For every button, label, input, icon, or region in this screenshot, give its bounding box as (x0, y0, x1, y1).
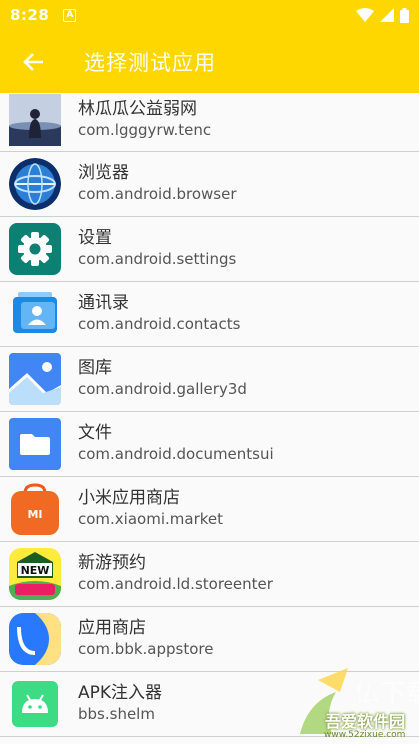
list-item[interactable]: 设置 com.android.settings (0, 217, 419, 282)
app-name: 新游预约 (78, 553, 146, 573)
app-name: APK注入器 (78, 683, 163, 703)
app-package: com.android.settings (78, 250, 237, 268)
app-package: com.lgggyrw.tenc (78, 121, 212, 139)
wifi-icon (356, 8, 374, 22)
app-name: 通讯录 (78, 293, 129, 313)
app-list[interactable]: 林瓜瓜公益弱网 com.lgggyrw.tenc 浏览器 com.android… (0, 93, 419, 744)
settings-gear-icon (9, 223, 61, 275)
back-button[interactable] (3, 30, 63, 93)
android-robot-icon (12, 681, 58, 727)
app-package: com.xiaomi.market (78, 510, 223, 528)
contacts-icon (9, 288, 61, 340)
app-package: bbs.shelm (78, 705, 155, 723)
svg-text:NEW: NEW (21, 564, 50, 577)
svg-text:MI: MI (27, 508, 42, 521)
page-title: 选择测试应用 (84, 50, 216, 75)
gallery-icon (9, 353, 61, 405)
status-bar: 8:28 A (0, 0, 419, 30)
list-item[interactable]: 文件 com.android.documentsui (0, 412, 419, 477)
watermark-text: 吾爱软件园 (325, 712, 406, 731)
browser-globe-icon (9, 158, 61, 210)
new-games-icon: NEW (9, 548, 61, 600)
list-item[interactable]: MI 小米应用商店 com.xiaomi.market (0, 477, 419, 542)
watermark-url: www.52zixue.com (324, 730, 406, 740)
toolbar: 选择测试应用 (0, 30, 419, 93)
svg-text:仏下载: 仏下载 (354, 679, 419, 709)
list-item[interactable]: 图库 com.android.gallery3d (0, 347, 419, 412)
app-store-icon (9, 613, 61, 665)
app-name: 小米应用商店 (78, 488, 180, 508)
app-package: com.bbk.appstore (78, 640, 214, 658)
app-name: 文件 (78, 423, 112, 443)
app-package: com.android.gallery3d (78, 380, 247, 398)
app-name: 图库 (78, 358, 112, 378)
signal-icon (380, 8, 394, 22)
battery-icon (400, 7, 409, 23)
notification-icon: A (63, 8, 77, 22)
app-name: 浏览器 (78, 163, 129, 183)
photo-avatar-icon (9, 94, 61, 146)
list-item[interactable]: 林瓜瓜公益弱网 com.lgggyrw.tenc (0, 93, 419, 152)
app-package: com.android.contacts (78, 315, 241, 333)
arrow-back-icon (23, 52, 43, 71)
list-item[interactable]: 通讯录 com.android.contacts (0, 282, 419, 347)
folder-icon (9, 418, 61, 470)
app-package: com.android.documentsui (78, 445, 274, 463)
app-package: com.android.ld.storeenter (78, 575, 273, 593)
status-time: 8:28 (10, 6, 50, 24)
app-name: 林瓜瓜公益弱网 (78, 99, 197, 119)
list-item[interactable]: NEW 新游预约 com.android.ld.storeenter (0, 542, 419, 607)
shopping-bag-icon: MI (11, 483, 59, 535)
app-name: 设置 (78, 228, 112, 248)
app-package: com.android.browser (78, 185, 237, 203)
app-name: 应用商店 (78, 618, 146, 638)
app-bar: 8:28 A 选择测试应用 (0, 0, 419, 93)
list-item[interactable]: 浏览器 com.android.browser (0, 152, 419, 217)
